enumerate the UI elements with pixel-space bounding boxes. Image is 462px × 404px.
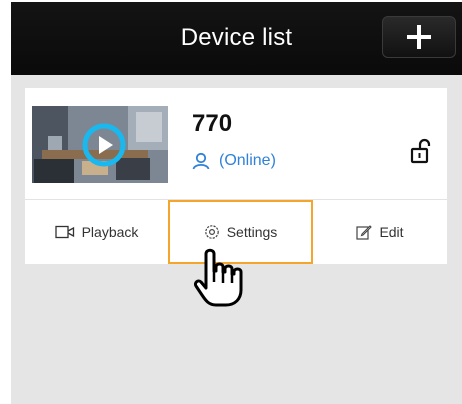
unlocked-padlock-icon[interactable] [409,138,435,164]
status-text: (Online) [219,152,276,169]
header-bar: Device list [11,2,462,75]
pointing-hand-icon [194,248,243,307]
device-status: (Online) [192,152,276,170]
device-card: 770 (Online) Playback Settings Edit [25,88,447,264]
device-name: 770 [192,110,233,137]
gear-icon [204,225,219,239]
play-icon[interactable] [82,123,126,167]
edit-label: Edit [379,224,404,240]
playback-button[interactable]: Playback [25,200,168,264]
app-screen: Device list 770 (Online) Playback Settin… [11,2,462,404]
edit-button[interactable]: Edit [313,200,447,264]
settings-label: Settings [226,224,278,240]
edit-pencil-icon [356,225,373,240]
device-thumbnail[interactable] [32,106,168,183]
add-device-button[interactable] [382,16,456,58]
plus-icon [407,25,431,49]
playback-label: Playback [81,224,139,240]
user-icon [192,152,210,170]
video-camera-icon [54,225,74,239]
